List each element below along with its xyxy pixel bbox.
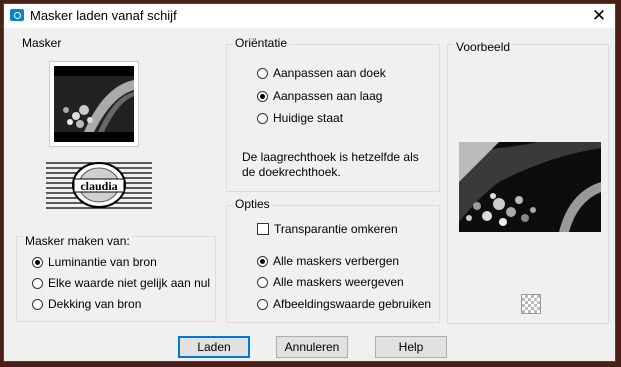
radio-aanpassen-laag-label: Aanpassen aan laag bbox=[273, 89, 383, 103]
close-button[interactable]: ✕ bbox=[589, 6, 609, 26]
claudia-logo-image: claudia bbox=[46, 162, 152, 209]
radio-dot bbox=[257, 255, 268, 267]
radio-alle-verbergen[interactable]: Alle maskers verbergen bbox=[257, 253, 399, 269]
annuleren-button[interactable]: Annuleren bbox=[276, 336, 348, 358]
dialog-window: Masker laden vanaf schijf ✕ Masker claud… bbox=[3, 3, 616, 362]
preview-image bbox=[459, 142, 601, 232]
radio-dot bbox=[257, 90, 268, 102]
camera-icon bbox=[10, 9, 24, 21]
radio-dot bbox=[32, 256, 43, 268]
radio-dot bbox=[257, 276, 268, 288]
radio-afbeeldingswaarde[interactable]: Afbeeldingswaarde gebruiken bbox=[257, 296, 431, 312]
radio-afbeeldingswaarde-label: Afbeeldingswaarde gebruiken bbox=[273, 297, 432, 311]
voorbeeld-label: Voorbeeld bbox=[454, 40, 513, 54]
orientatie-label: Oriëntatie bbox=[233, 36, 290, 50]
radio-aanpassen-laag[interactable]: Aanpassen aan laag bbox=[257, 88, 382, 104]
preview-image-graphic bbox=[459, 142, 601, 232]
transparency-icon[interactable] bbox=[521, 294, 541, 314]
help-button[interactable]: Help bbox=[375, 336, 447, 358]
bron-label: Masker maken van: bbox=[23, 234, 132, 248]
claudia-logo-text: claudia bbox=[80, 179, 117, 193]
mask-preview-image bbox=[54, 66, 134, 142]
radio-dot bbox=[32, 298, 43, 310]
radio-dot bbox=[32, 277, 43, 289]
title-bar[interactable]: Masker laden vanaf schijf ✕ bbox=[4, 4, 615, 28]
radio-luminantie-label: Luminantie van bron bbox=[48, 255, 157, 269]
opties-label: Opties bbox=[233, 197, 272, 211]
radio-elke-waarde-label: Elke waarde niet gelijk aan nul bbox=[48, 276, 211, 290]
radio-dot bbox=[257, 67, 268, 79]
radio-aanpassen-doek[interactable]: Aanpassen aan doek bbox=[257, 65, 386, 81]
radio-aanpassen-doek-label: Aanpassen aan doek bbox=[273, 66, 386, 80]
radio-huidige-staat-label: Huidige staat bbox=[273, 111, 344, 125]
claudia-logo: claudia bbox=[46, 159, 152, 211]
mask-thumbnail[interactable] bbox=[49, 61, 139, 147]
radio-dekking-label: Dekking van bron bbox=[48, 297, 142, 311]
radio-alle-weergeven-label: Alle maskers weergeven bbox=[273, 275, 404, 289]
radio-elke-waarde[interactable]: Elke waarde niet gelijk aan nul bbox=[32, 275, 210, 291]
radio-dot bbox=[257, 298, 268, 310]
radio-dot bbox=[257, 112, 268, 124]
checkbox-box bbox=[257, 223, 269, 235]
transparantie-omkeren-label: Transparantie omkeren bbox=[274, 222, 398, 236]
laden-button[interactable]: Laden bbox=[178, 336, 250, 358]
radio-alle-verbergen-label: Alle maskers verbergen bbox=[273, 254, 400, 268]
radio-luminantie[interactable]: Luminantie van bron bbox=[32, 254, 157, 270]
transparantie-omkeren-checkbox[interactable]: Transparantie omkeren bbox=[257, 221, 398, 237]
radio-dekking[interactable]: Dekking van bron bbox=[32, 296, 141, 312]
radio-alle-weergeven[interactable]: Alle maskers weergeven bbox=[257, 274, 404, 290]
radio-huidige-staat[interactable]: Huidige staat bbox=[257, 110, 343, 126]
masker-label: Masker bbox=[20, 36, 64, 50]
orientatie-info-text: De laagrechthoek is hetzelfde als de doe… bbox=[242, 150, 419, 179]
window-title: Masker laden vanaf schijf bbox=[30, 8, 177, 23]
